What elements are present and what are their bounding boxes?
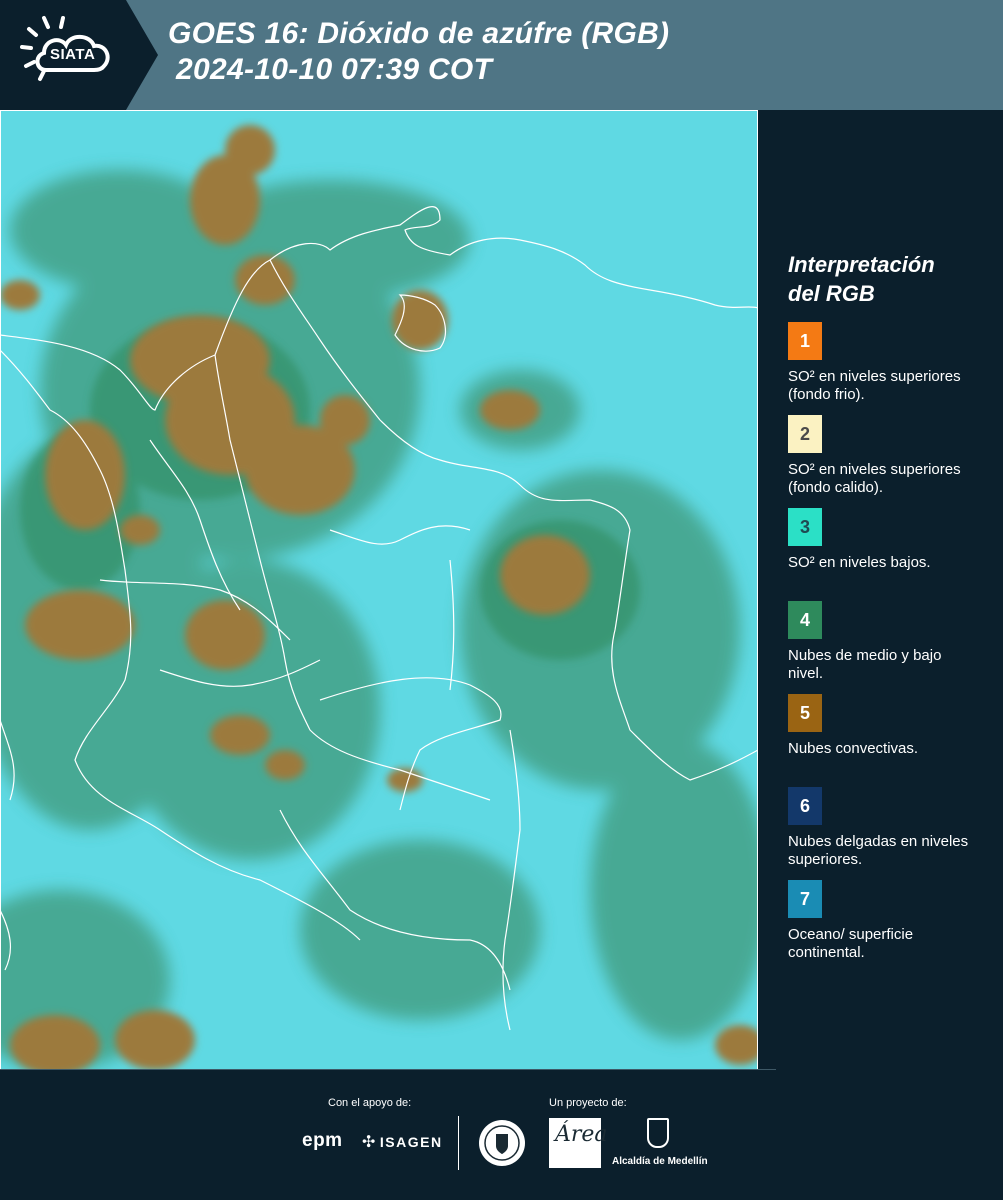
page-title: GOES 16: Dióxido de azúfre (RGB) 2024-10…	[168, 16, 669, 88]
legend-item-text: Oceano/ superficie continental.	[788, 926, 914, 961]
isagen-mark-icon: ✣	[362, 1134, 377, 1151]
siata-logo-text: SIATA	[50, 46, 96, 63]
area-metropolitana-logo[interactable]: Área	[549, 1118, 608, 1168]
legend-item: 5 Nubes convectivas.	[788, 694, 993, 787]
siata-logo[interactable]: SIATA	[0, 0, 160, 110]
title-timestamp: 2024-10-10 07:39 COT	[176, 53, 493, 86]
legend-item: 1 SO² en niveles superiores (fondo frio).	[788, 322, 993, 415]
legend-item-text: SO² en niveles superiores (fondo frio).	[788, 368, 961, 403]
legend-title: Interpretación del RGB	[788, 250, 993, 308]
legend-swatch: 4	[788, 601, 822, 639]
legend-title-line2: del RGB	[788, 281, 875, 306]
university-seal-icon[interactable]	[477, 1118, 527, 1168]
alcaldia-logo-text: Alcaldía de Medellín	[612, 1156, 708, 1167]
legend-items: 1 SO² en niveles superiores (fondo frio).…	[788, 322, 993, 973]
footer: Con el apoyo de: Un proyecto de: epm ✣ IS…	[0, 1070, 1003, 1200]
legend-swatch: 2	[788, 415, 822, 453]
legend-swatch: 5	[788, 694, 822, 732]
support-label: Con el apoyo de:	[328, 1097, 412, 1109]
footer-divider	[458, 1116, 459, 1170]
legend-title-line1: Interpretación	[788, 252, 935, 277]
isagen-logo[interactable]: ✣ ISAGEN	[362, 1132, 443, 1152]
legend-item-text: Nubes convectivas.	[788, 740, 919, 757]
alcaldia-medellin-logo[interactable]: Alcaldía de Medellín	[612, 1118, 708, 1167]
legend-item: 7 Oceano/ superficie continental.	[788, 880, 993, 973]
satellite-map[interactable]	[0, 110, 758, 1070]
legend-item: 4 Nubes de medio y bajo nivel.	[788, 601, 993, 694]
project-label: Un proyecto de:	[549, 1097, 627, 1109]
legend-item: 6 Nubes delgadas en niveles superiores.	[788, 787, 993, 880]
alcaldia-shield-icon	[647, 1118, 669, 1148]
legend-swatch: 3	[788, 508, 822, 546]
isagen-logo-text: ISAGEN	[379, 1134, 443, 1150]
legend-item-text: Nubes delgadas en niveles superiores.	[788, 833, 969, 868]
legend-swatch: 1	[788, 322, 822, 360]
legend-item: 2 SO² en niveles superiores (fondo calido…	[788, 415, 993, 508]
satellite-image	[0, 110, 758, 1070]
rgb-legend: Interpretación del RGB 1 SO² en niveles s…	[788, 250, 993, 973]
area-logo-letter: Área	[555, 1122, 608, 1147]
legend-item-text: SO² en niveles bajos.	[788, 554, 931, 571]
legend-item-text: SO² en niveles superiores (fondo calido)…	[788, 461, 961, 496]
legend-swatch: 6	[788, 787, 822, 825]
legend-swatch: 7	[788, 880, 822, 918]
header-bar: SIATA GOES 16: Dióxido de azúfre (RGB) 2…	[0, 0, 1003, 110]
title-product: GOES 16: Dióxido de azúfre (RGB)	[168, 17, 670, 50]
legend-item: 3 SO² en niveles bajos.	[788, 508, 993, 601]
epm-logo[interactable]: epm	[302, 1130, 343, 1152]
legend-item-text: Nubes de medio y bajo nivel.	[788, 647, 942, 682]
